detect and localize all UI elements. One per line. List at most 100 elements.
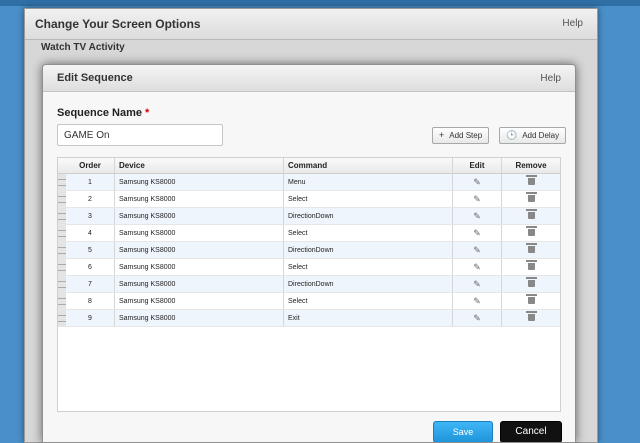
drag-handle-icon[interactable] [58, 173, 66, 191]
pencil-icon[interactable]: ✎ [473, 279, 481, 289]
table-row[interactable]: 3 Samsung KS8000 DirectionDown ✎ [58, 207, 560, 225]
row-command: Menu [283, 173, 453, 191]
trash-icon[interactable] [525, 293, 537, 304]
outer-dialog-subtitle: Watch TV Activity [41, 42, 125, 53]
row-device: Samsung KS8000 [114, 258, 284, 276]
pencil-icon[interactable]: ✎ [473, 313, 481, 323]
cancel-button[interactable]: Cancel [500, 421, 562, 442]
row-command: Select [283, 258, 453, 276]
row-order: 1 [66, 173, 115, 191]
row-order: 4 [66, 224, 115, 242]
row-device: Samsung KS8000 [114, 224, 284, 242]
add-delay-button[interactable]: 🕒 Add Delay [499, 127, 567, 144]
trash-icon[interactable] [525, 191, 537, 202]
pencil-icon[interactable]: ✎ [473, 194, 481, 204]
table-row[interactable]: 9 Samsung KS8000 Exit ✎ [58, 309, 560, 327]
row-order: 6 [66, 258, 115, 276]
row-command: Select [283, 190, 453, 208]
remove-cell [501, 207, 560, 225]
edit-sequence-dialog: Edit Sequence Help Sequence Name* + Add S… [42, 64, 576, 443]
required-marker: * [144, 107, 150, 119]
drag-handle-icon[interactable] [58, 241, 66, 259]
outer-help-link[interactable]: Help [562, 18, 583, 29]
pencil-icon[interactable]: ✎ [473, 245, 481, 255]
trash-icon[interactable] [525, 225, 537, 236]
row-device: Samsung KS8000 [114, 275, 284, 293]
drag-handle-icon[interactable] [58, 207, 66, 225]
drag-handle-icon[interactable] [58, 309, 66, 327]
outer-dialog-title: Change Your Screen Options [35, 17, 201, 31]
pencil-icon[interactable]: ✎ [473, 177, 481, 187]
trash-icon[interactable] [525, 276, 537, 287]
add-step-label: Add Step [449, 131, 483, 140]
table-row[interactable]: 4 Samsung KS8000 Select ✎ [58, 224, 560, 242]
trash-icon[interactable] [525, 208, 537, 219]
remove-cell [501, 258, 560, 276]
edit-cell: ✎ [452, 275, 502, 293]
drag-handle-icon[interactable] [58, 258, 66, 276]
dialog-help-link[interactable]: Help [540, 73, 561, 84]
remove-header: Remove [501, 158, 560, 174]
remove-cell [501, 224, 560, 242]
edit-cell: ✎ [452, 190, 502, 208]
row-order: 2 [66, 190, 115, 208]
remove-cell [501, 309, 560, 327]
background-strip [0, 0, 640, 6]
drag-handle-icon[interactable] [58, 190, 66, 208]
trash-icon[interactable] [525, 310, 537, 321]
edit-cell: ✎ [452, 241, 502, 259]
dialog-title: Edit Sequence [57, 72, 133, 84]
device-header[interactable]: Device [114, 158, 284, 174]
remove-cell [501, 173, 560, 191]
row-order: 5 [66, 241, 115, 259]
save-button[interactable]: Save [433, 421, 493, 442]
edit-cell: ✎ [452, 292, 502, 310]
table-header-row: Order Device Command Edit Remove [58, 158, 560, 174]
row-device: Samsung KS8000 [114, 241, 284, 259]
row-device: Samsung KS8000 [114, 292, 284, 310]
row-command: DirectionDown [283, 275, 453, 293]
outer-dialog-header: Change Your Screen Options Help [25, 9, 597, 40]
edit-cell: ✎ [452, 258, 502, 276]
row-order: 8 [66, 292, 115, 310]
table-row[interactable]: 6 Samsung KS8000 Select ✎ [58, 258, 560, 276]
row-device: Samsung KS8000 [114, 207, 284, 225]
table-row[interactable]: 1 Samsung KS8000 Menu ✎ [58, 173, 560, 191]
drag-handle-icon[interactable] [58, 224, 66, 242]
edit-header: Edit [452, 158, 502, 174]
add-step-button[interactable]: + Add Step [432, 127, 490, 144]
sequence-name-label: Sequence Name * [57, 107, 149, 119]
sequence-name-input[interactable] [57, 124, 223, 146]
pencil-icon[interactable]: ✎ [473, 296, 481, 306]
order-header[interactable]: Order [66, 158, 115, 174]
table-row[interactable]: 8 Samsung KS8000 Select ✎ [58, 292, 560, 310]
trash-icon[interactable] [525, 174, 537, 185]
row-device: Samsung KS8000 [114, 309, 284, 327]
pencil-icon[interactable]: ✎ [473, 262, 481, 272]
edit-cell: ✎ [452, 224, 502, 242]
table-row[interactable]: 5 Samsung KS8000 DirectionDown ✎ [58, 241, 560, 259]
row-order: 9 [66, 309, 115, 327]
command-header[interactable]: Command [283, 158, 453, 174]
remove-cell [501, 292, 560, 310]
table-row[interactable]: 7 Samsung KS8000 DirectionDown ✎ [58, 275, 560, 293]
drag-handle-icon[interactable] [58, 275, 66, 293]
row-command: Select [283, 224, 453, 242]
row-command: DirectionDown [283, 241, 453, 259]
row-device: Samsung KS8000 [114, 190, 284, 208]
plus-icon: + [439, 130, 445, 140]
drag-handle-icon[interactable] [58, 292, 66, 310]
trash-icon[interactable] [525, 242, 537, 253]
sequence-name-label-text: Sequence Name [57, 107, 142, 119]
handle-header [58, 158, 66, 174]
table-row[interactable]: 2 Samsung KS8000 Select ✎ [58, 190, 560, 208]
pencil-icon[interactable]: ✎ [473, 211, 481, 221]
row-command: Select [283, 292, 453, 310]
remove-cell [501, 241, 560, 259]
pencil-icon[interactable]: ✎ [473, 228, 481, 238]
edit-cell: ✎ [452, 309, 502, 327]
remove-cell [501, 275, 560, 293]
trash-icon[interactable] [525, 259, 537, 270]
edit-cell: ✎ [452, 207, 502, 225]
row-command: DirectionDown [283, 207, 453, 225]
